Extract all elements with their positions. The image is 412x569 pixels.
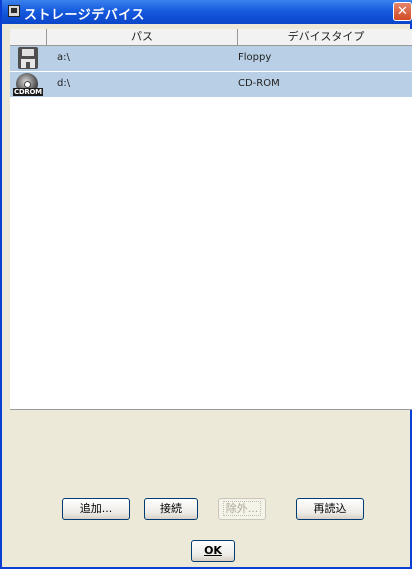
table-row[interactable]: a:\ Floppy — [10, 46, 412, 72]
column-header-icon[interactable] — [10, 29, 47, 45]
window-title: ストレージデバイス — [24, 8, 145, 23]
device-path: a:\ — [57, 52, 70, 63]
device-type: CD-ROM — [238, 78, 280, 89]
column-header-path[interactable]: パス — [47, 29, 238, 45]
column-header-device-type[interactable]: デバイスタイプ — [238, 29, 412, 45]
app-icon — [8, 5, 20, 17]
cdrom-icon-label: CDROM — [13, 88, 43, 96]
device-table[interactable]: パス デバイスタイプ a:\ Floppy CDROM d:\ CD-ROM — [10, 29, 412, 410]
connect-button[interactable]: 接続 — [144, 498, 198, 520]
cdrom-icon: CDROM — [13, 73, 43, 96]
floppy-disk-icon — [14, 47, 42, 70]
device-type: Floppy — [238, 52, 272, 63]
ok-button[interactable]: OK — [191, 540, 235, 562]
remove-button[interactable]: 除外... — [218, 498, 266, 520]
storage-devices-dialog: ストレージデバイス ✕ パス デバイスタイプ a:\ Floppy CDROM … — [0, 0, 412, 569]
title-bar[interactable]: ストレージデバイス ✕ — [2, 0, 412, 24]
close-button[interactable]: ✕ — [393, 2, 412, 21]
table-header: パス デバイスタイプ — [10, 29, 412, 46]
ok-button-label: OK — [204, 544, 222, 557]
reload-button[interactable]: 再読込 — [296, 498, 364, 520]
table-row[interactable]: CDROM d:\ CD-ROM — [10, 72, 412, 98]
remove-button-label: 除外... — [222, 501, 262, 516]
device-path: d:\ — [57, 78, 71, 89]
add-button[interactable]: 追加... — [62, 498, 130, 520]
